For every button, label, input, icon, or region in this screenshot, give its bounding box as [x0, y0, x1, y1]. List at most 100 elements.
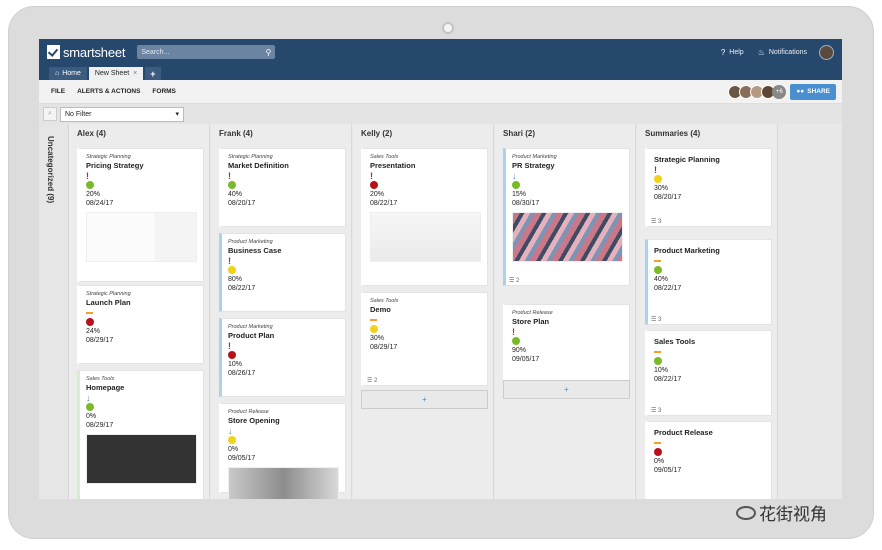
card-date: 09/05/17 — [654, 467, 682, 474]
list-icon: ☰ — [651, 317, 659, 323]
add-card-button[interactable]: + — [503, 380, 630, 399]
help-icon[interactable]: ? — [721, 48, 725, 57]
status-dot-icon — [654, 448, 662, 456]
status-dot-icon — [86, 318, 94, 326]
user-avatar[interactable] — [819, 44, 834, 60]
priority-medium-icon — [654, 350, 661, 353]
priority-indicator: ! — [370, 170, 481, 181]
card-date: 08/26/17 — [228, 370, 256, 377]
store-thumbnail[interactable] — [228, 467, 339, 499]
card-title: Product Marketing — [654, 246, 720, 255]
tab-label: Home — [62, 70, 81, 77]
attachment-count[interactable]: ☰ 3 — [651, 407, 661, 414]
close-icon[interactable]: × — [133, 70, 137, 77]
list-icon: ☰ — [367, 378, 375, 384]
card[interactable]: Product Marketing PR Strategy ↓ 15% 08/30/17… — [503, 148, 630, 286]
card-percent: 10% — [654, 367, 669, 374]
menu-alerts-actions[interactable]: ALERTS & ACTIONS — [77, 88, 140, 95]
logo-text: smartsheet — [63, 44, 126, 60]
priority-indicator — [654, 346, 765, 357]
uncategorized-lane[interactable]: Uncategorized (9) — [39, 124, 69, 499]
card-percent: 30% — [654, 185, 669, 192]
priority-indicator: ! — [86, 170, 197, 181]
lane-title: Summaries (4) — [645, 129, 701, 138]
tab-new-sheet[interactable]: New Sheet × — [88, 67, 144, 80]
status-dot-icon — [228, 266, 236, 274]
card-percent: 40% — [654, 276, 669, 283]
wechat-icon — [736, 505, 756, 520]
menu-file[interactable]: FILE — [51, 88, 65, 95]
lane-4: Summaries (4) Strategic Planning! 30% 08/20… — [637, 124, 778, 499]
card-percent: 10% — [228, 361, 243, 368]
add-card-button[interactable]: + — [361, 390, 488, 409]
card-percent: 15% — [512, 191, 527, 198]
priority-indicator: ! — [512, 326, 623, 337]
card-date: 08/29/17 — [370, 344, 398, 351]
chart-thumbnail[interactable] — [86, 212, 197, 262]
attachment-count[interactable]: ☰ 3 — [651, 218, 661, 225]
attachment-count[interactable]: ☰ 3 — [651, 316, 661, 323]
status-dot-icon — [228, 351, 236, 359]
card-title: Store Plan — [512, 317, 550, 326]
card-date: 09/05/17 — [512, 356, 540, 363]
card[interactable]: Strategic Planning Pricing Strategy! 20% 08… — [77, 148, 204, 282]
card[interactable]: Strategic Planning! 30% 08/20/17 ☰ 3 — [645, 148, 772, 227]
tab-label: New Sheet — [94, 70, 130, 77]
menu-forms[interactable]: FORMS — [152, 88, 175, 95]
card-title: Market Definition — [228, 161, 289, 170]
lane-title: Alex (4) — [77, 129, 106, 138]
attachment-count[interactable]: ☰ 2 — [367, 377, 377, 384]
status-dot-icon — [228, 181, 236, 189]
card-date: 08/29/17 — [86, 422, 114, 429]
more-collaborators-badge[interactable]: +6 — [772, 84, 787, 99]
smartsheet-logo-icon — [47, 45, 60, 59]
filter-dropdown[interactable]: No Filter ▾ — [60, 106, 184, 122]
card[interactable]: Product Marketing 40% 08/22/17 ☰ 3 — [645, 239, 772, 325]
lane-3: Shari (2) Product Marketing PR Strategy ↓ 15… — [495, 124, 636, 499]
menu-bar: FILE ALERTS & ACTIONS FORMS +6 ●● SHARE — [39, 80, 842, 104]
card-title: Product Release — [654, 428, 713, 437]
priority-medium-icon — [654, 441, 661, 444]
card[interactable]: Strategic Planning Market Definition! 40% 0… — [219, 148, 346, 227]
website-thumbnail[interactable] — [86, 434, 197, 484]
card-title: Launch Plan — [86, 298, 131, 307]
priority-indicator: ! — [654, 164, 765, 175]
card[interactable]: Sales Tools Demo 30% 08/29/17 ☰ 2 — [361, 292, 488, 386]
priority-high-icon: ! — [228, 170, 231, 181]
top-bar: smartsheet Search... ⚲ ? Help ♨ Notifica… — [39, 39, 842, 65]
card-title: PR Strategy — [512, 161, 555, 170]
tab-home[interactable]: ⌂ Home — [49, 67, 87, 80]
card[interactable]: Sales Tools Homepage ↓ 0% 08/29/17 — [77, 370, 204, 499]
logo[interactable]: smartsheet — [47, 44, 126, 60]
sketch-thumbnail[interactable] — [370, 212, 481, 262]
priority-indicator: ! — [228, 340, 339, 351]
priority-low-icon: ↓ — [86, 392, 91, 403]
card-title: Sales Tools — [654, 337, 696, 346]
list-icon: ☰ — [651, 219, 659, 225]
card-title: Presentation — [370, 161, 416, 170]
card[interactable]: Product Release Store Opening ↓ 0% 09/05/17 — [219, 403, 346, 499]
users-icon: ●● — [796, 88, 805, 95]
help-link[interactable]: Help — [729, 49, 743, 56]
attachment-count[interactable]: ☰ 2 — [509, 277, 519, 284]
card[interactable]: Sales Tools Presentation! 20% 08/22/17 — [361, 148, 488, 286]
filter-icon[interactable]: ⌕ — [43, 107, 57, 121]
magazine-thumbnail[interactable] — [512, 212, 623, 262]
search-icon[interactable]: ⚲ — [265, 48, 271, 57]
card[interactable]: Product Release 0% 09/05/17 — [645, 421, 772, 499]
status-dot-icon — [654, 266, 662, 274]
card[interactable]: Product Marketing Business Case! 80% 08/22/… — [219, 233, 346, 312]
status-dot-icon — [654, 357, 662, 365]
card[interactable]: Product Marketing Product Plan! 10% 08/26/1… — [219, 318, 346, 397]
share-button[interactable]: ●● SHARE — [790, 83, 836, 100]
add-tab-button[interactable]: + — [145, 67, 161, 80]
card[interactable]: Sales Tools 10% 08/22/17 ☰ 3 — [645, 330, 772, 416]
card-category: Product Marketing — [228, 239, 273, 245]
card-date: 08/22/17 — [654, 376, 682, 383]
home-icon: ⌂ — [55, 70, 60, 77]
card[interactable]: Strategic Planning Launch Plan 24% 08/29/17 — [77, 285, 204, 364]
bell-icon[interactable]: ♨ — [758, 48, 765, 57]
status-dot-icon — [654, 175, 662, 183]
notifications-link[interactable]: Notifications — [769, 49, 807, 56]
search-input[interactable]: Search... ⚲ — [137, 45, 276, 59]
